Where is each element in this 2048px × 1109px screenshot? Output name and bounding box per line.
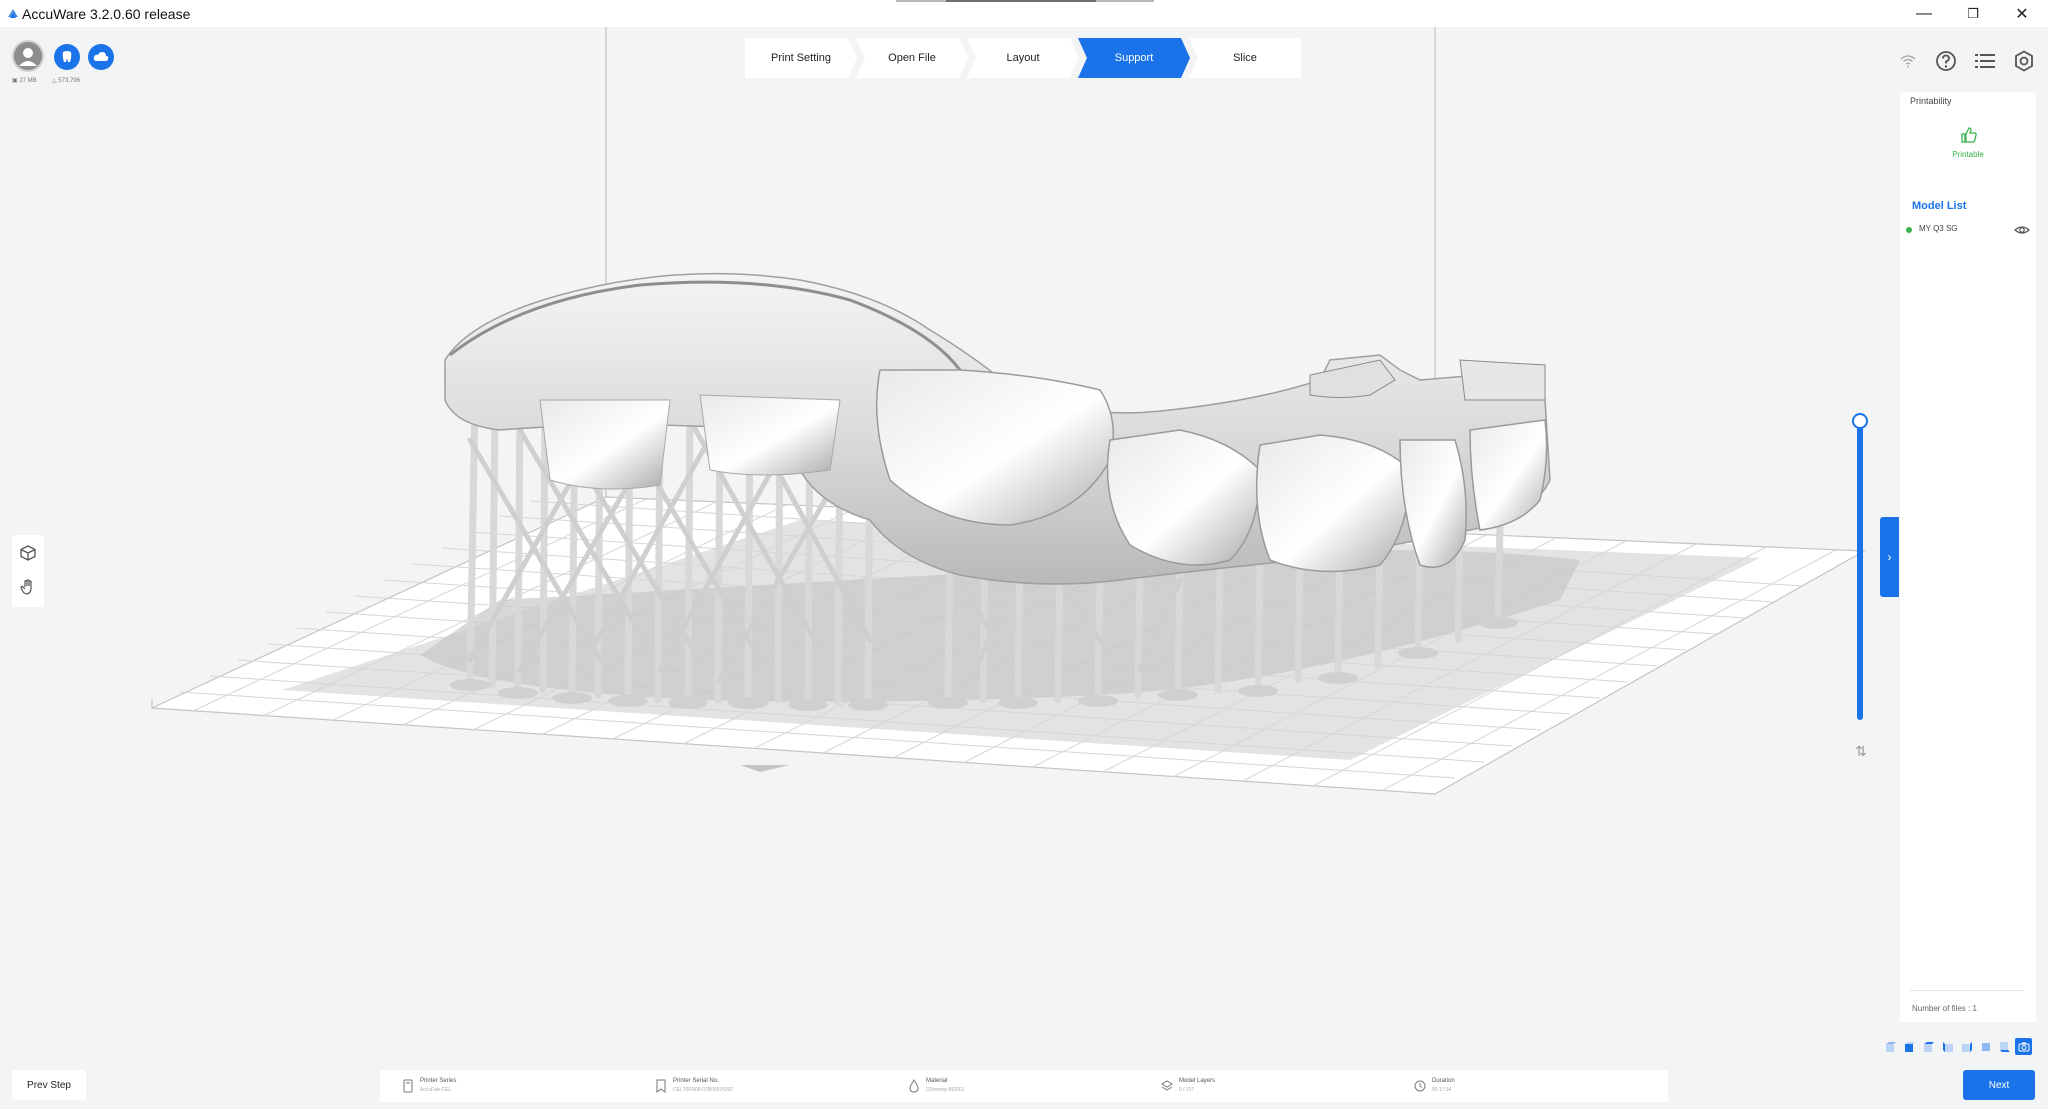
cube-icon: [20, 545, 36, 561]
cube-left-icon: [1942, 1041, 1953, 1052]
view-back-button[interactable]: [1977, 1038, 1994, 1055]
help-icon: [1936, 51, 1956, 71]
printable-label: Printable: [1952, 150, 1984, 159]
view-left-button[interactable]: [1939, 1038, 1956, 1055]
layers-icon: [1161, 1080, 1173, 1091]
tooth-icon: [62, 51, 72, 62]
gear-icon: [2015, 50, 2033, 72]
title-scroll-indicator[interactable]: [896, 0, 1154, 2]
step-print-setting[interactable]: Print Setting: [745, 38, 857, 78]
scene-render[interactable]: [0, 27, 1900, 1067]
view-front-button[interactable]: [1901, 1038, 1918, 1055]
avatar[interactable]: [12, 40, 44, 72]
thumbs-up-icon: [1961, 127, 1977, 143]
restore-icon: ❐: [1967, 5, 1979, 21]
drop-icon: [909, 1079, 919, 1093]
info-bar: Printer Series AccuFab-CEL Printer Seria…: [380, 1070, 1668, 1102]
restore-button[interactable]: ❐: [1950, 0, 1996, 27]
clock-icon: [1414, 1080, 1426, 1092]
view-bottom-button[interactable]: [1996, 1038, 2013, 1055]
wifi-icon: [1900, 55, 1916, 68]
panel-collapse-button[interactable]: ›: [1880, 517, 1899, 597]
prev-step-button[interactable]: Prev Step: [12, 1070, 86, 1100]
app-title: AccuWare 3.2.0.60 release: [22, 6, 191, 22]
panel-card: Printability Printable Model List MY Q3 …: [1900, 92, 2036, 1022]
printability-title: Printability: [1910, 96, 1952, 106]
step-open-file[interactable]: Open File: [856, 38, 968, 78]
printable-status: Printable: [1930, 124, 2006, 164]
layer-slider-track[interactable]: [1857, 420, 1863, 720]
cube-right-icon: [1961, 1041, 1972, 1052]
cube-back-icon: [1981, 1042, 1990, 1051]
close-button[interactable]: ✕: [1999, 0, 2045, 27]
minimize-icon: —: [1916, 4, 1932, 22]
view-cube-button[interactable]: [16, 541, 40, 565]
swap-icon: ⇅: [1855, 742, 1867, 759]
view-toolbar: [12, 535, 44, 607]
step-layout[interactable]: Layout: [967, 38, 1079, 78]
next-button[interactable]: Next: [1963, 1070, 2035, 1100]
help-button[interactable]: [1933, 48, 1959, 74]
user-icon: [19, 48, 37, 66]
files-count: Number of files : 1: [1912, 1004, 1977, 1013]
view-top-button[interactable]: [1920, 1038, 1937, 1055]
cube-top-icon: [1923, 1041, 1934, 1052]
printer-icon: [403, 1079, 413, 1093]
view-iso-button[interactable]: [1882, 1038, 1899, 1055]
settings-button[interactable]: [2011, 48, 2037, 74]
divider: [1910, 990, 2024, 991]
cloud-button[interactable]: [88, 44, 114, 70]
title-bar: AccuWare 3.2.0.60 release — ❐ ✕: [0, 0, 2048, 27]
view-right-button[interactable]: [1958, 1038, 1975, 1055]
cloud-icon: [93, 52, 109, 61]
step-support[interactable]: Support: [1078, 38, 1190, 78]
status-dot: [1906, 227, 1912, 233]
minimize-button[interactable]: —: [1901, 0, 1947, 27]
bookmark-icon: [656, 1079, 666, 1093]
menu-button[interactable]: [1972, 48, 1998, 74]
pan-tool-button[interactable]: [16, 575, 40, 599]
chevron-right-icon: ›: [1887, 550, 1892, 564]
memory-stat: ▣ 27 MB: [12, 78, 37, 84]
model-list-title: Model List: [1912, 200, 1967, 212]
close-icon: ✕: [2015, 5, 2029, 23]
layer-slider-handle[interactable]: [1852, 413, 1868, 429]
3d-viewport[interactable]: [0, 27, 1900, 1067]
workflow-steps: Print Setting Open File Layout Support S…: [745, 38, 1301, 78]
layer-swap-button[interactable]: ⇅: [1850, 740, 1872, 762]
view-presets: [1882, 1038, 2032, 1056]
list-icon: [1975, 54, 1995, 68]
camera-icon: [2018, 1042, 2029, 1051]
triangle-count-stat: △ 573,796: [52, 78, 80, 84]
app-logo-icon: [8, 9, 18, 18]
screenshot-button[interactable]: [2015, 1038, 2032, 1055]
hand-icon: [20, 579, 32, 595]
eye-icon[interactable]: [2014, 222, 2030, 238]
tooth-badge-button[interactable]: [54, 44, 80, 70]
wifi-button[interactable]: [1895, 48, 1921, 74]
step-slice[interactable]: Slice: [1189, 38, 1301, 78]
panel-top-icons: [1895, 48, 2045, 74]
model-name: MY Q3 SG: [1919, 224, 1958, 233]
cube-bottom-icon: [1999, 1041, 2010, 1052]
list-item[interactable]: MY Q3 SG: [1906, 222, 2030, 238]
cube-view-icon: [1885, 1041, 1896, 1052]
cube-front-icon: [1904, 1041, 1915, 1052]
